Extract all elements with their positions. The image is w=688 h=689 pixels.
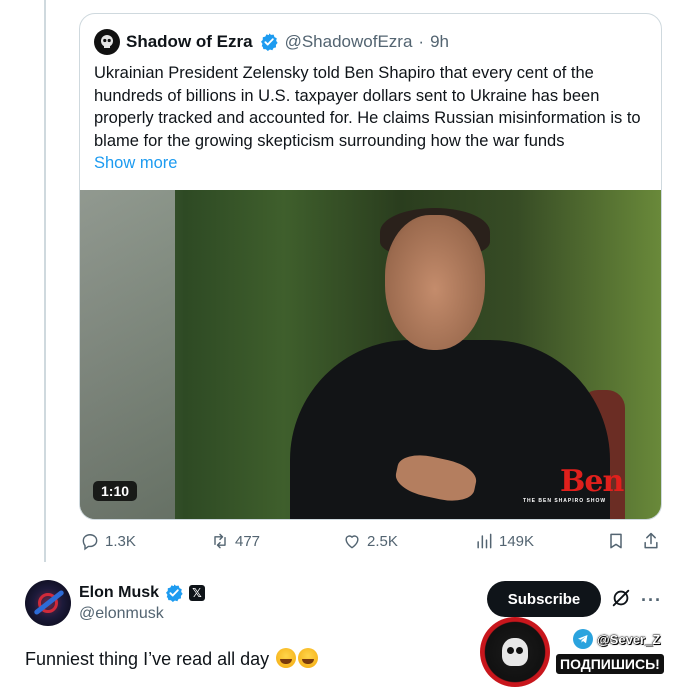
telegram-handle: @Sever_Z [597,631,661,647]
video-duration-badge: 1:10 [93,481,138,501]
telegram-watermark: @Sever_Z [573,629,661,649]
x-affiliate-badge-icon[interactable]: 𝕏 [189,585,206,601]
quoted-tweet-body: Ukrainian President Zelensky told Ben Sh… [94,62,649,175]
view-count: 149K [499,532,535,550]
skull-icon [502,638,528,666]
separator-dot: · [418,32,425,51]
skull-icon [101,35,113,48]
ben-show-logo: Ben [560,464,624,499]
share-icon [644,532,658,549]
video-person-head [385,215,485,350]
quoted-tweet-card[interactable]: Shadow of Ezra @ShadowofEzra · 9h Ukrain… [79,13,662,520]
rofl-emoji-icon [298,648,319,668]
repost-count: 477 [235,532,261,550]
video-player[interactable]: 1:10 Ben THE BEN SHAPIRO SHOW [80,190,661,519]
share-button[interactable] [641,531,661,551]
video-background [80,190,175,519]
subscribe-button[interactable]: Subscribe [487,581,601,617]
shadow-of-ezra-avatar[interactable] [94,29,120,55]
reply-tweet-text: Funniest thing I’ve read all day [25,649,270,669]
tweet-action-bar: 1.3K 477 2.5K 149K [80,531,664,557]
quoted-timestamp[interactable]: 9h [430,32,449,52]
quoted-tweet-text: Ukrainian President Zelensky told Ben Sh… [94,64,641,150]
telegram-icon [573,629,593,649]
heart-icon [345,535,359,549]
quoted-author-handle[interactable]: @ShadowofEzra [285,32,413,52]
views-chart-icon [477,533,492,549]
channel-watermark-logo [480,617,550,687]
bookmark-icon [610,533,622,549]
grok-icon[interactable] [610,587,632,609]
like-button[interactable]: 2.5K [342,531,398,551]
subscribe-cta-label: ПОДПИШИСЬ! [555,653,665,675]
quoted-author-name[interactable]: Shadow of Ezra [126,32,253,52]
repost-icon [214,533,226,549]
reply-author-handle[interactable]: @elonmusk [79,605,164,623]
verified-badge-icon [166,584,183,602]
like-count: 2.5K [367,532,398,550]
bookmark-button[interactable] [606,531,626,551]
verified-badge-icon [260,33,278,51]
reply-icon [82,534,98,551]
views-button[interactable]: 149K [474,531,534,551]
quoted-tweet-header: Shadow of Ezra @ShadowofEzra · 9h [94,28,449,56]
reply-author-name[interactable]: Elon Musk [79,584,159,602]
show-more-link[interactable]: Show more [94,152,649,175]
thread-connector-line [44,0,46,562]
reply-author-row: Elon Musk 𝕏 [79,583,206,603]
reply-tweet-body: Funniest thing I’ve read all day [25,648,319,670]
rofl-emoji-icon [276,648,297,668]
reply-button[interactable]: 1.3K [80,531,136,551]
reply-count: 1.3K [105,532,136,550]
more-options-icon[interactable]: ··· [641,590,661,610]
repost-button[interactable]: 477 [210,531,260,551]
elon-musk-avatar[interactable] [25,580,71,626]
paper-plane-icon [578,635,588,644]
ben-show-subtitle: THE BEN SHAPIRO SHOW [523,498,607,504]
